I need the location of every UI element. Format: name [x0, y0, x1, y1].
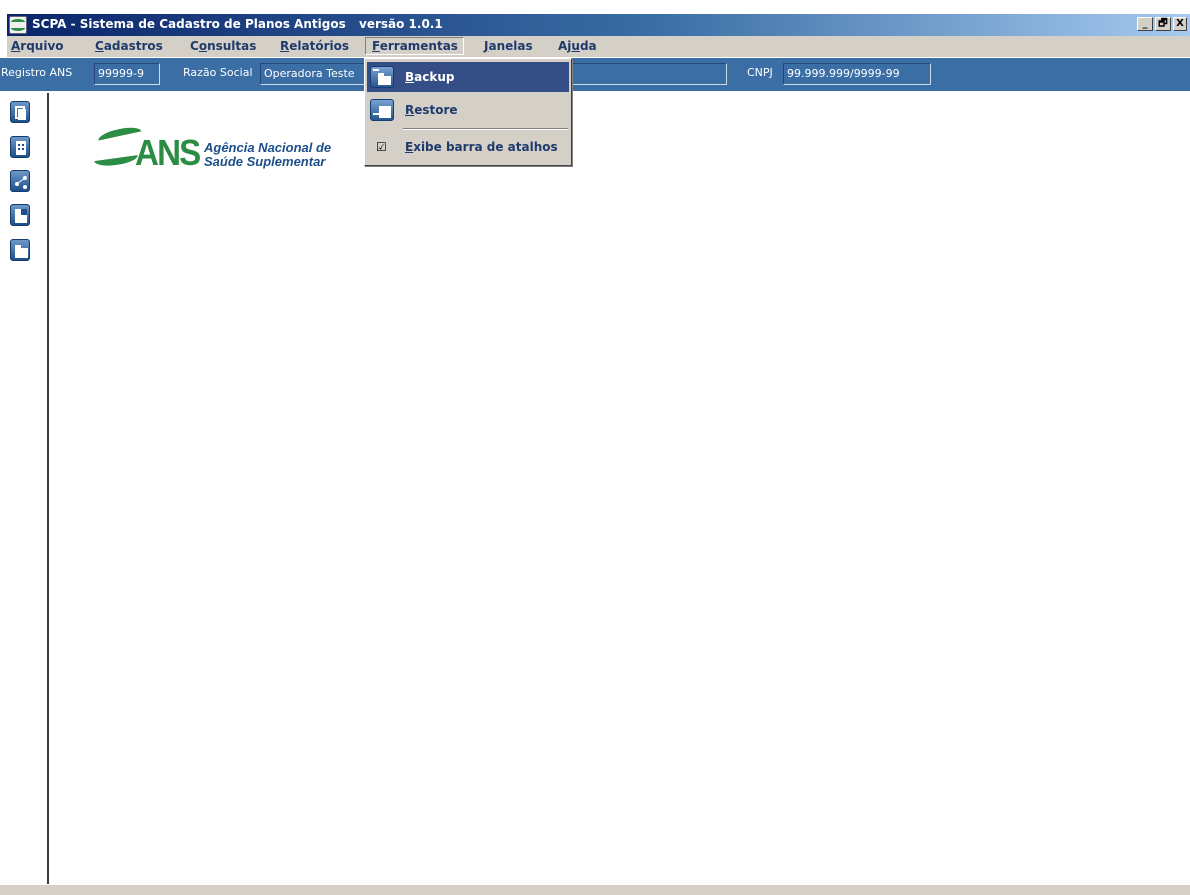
network-icon[interactable] — [10, 170, 30, 192]
registry-bar: Registro ANS 99999-9 Razão Social Operad… — [0, 58, 1190, 91]
menu-item-backup[interactable]: Backup — [367, 62, 569, 92]
title-bar[interactable]: SCPA - Sistema de Cadastro de Planos Ant… — [7, 14, 1190, 36]
restore-window-button[interactable]: 🗗 — [1155, 17, 1171, 31]
menu-ferramentas[interactable]: Ferramentas — [365, 37, 464, 55]
menu-janelas-post: anelas — [488, 39, 533, 53]
menu-consultas[interactable]: Consultas — [190, 39, 256, 53]
menu-relatorios[interactable]: Relatórios — [280, 39, 349, 53]
registro-ans-label: Registro ANS — [1, 66, 73, 79]
ferramentas-dropdown: Backup Restore ☑ Exibe barra de atalhos — [364, 58, 572, 166]
menu-arquivo-post: rquivo — [20, 39, 64, 53]
shortcut-toolbar — [0, 93, 49, 895]
razao-social-label: Razão Social — [183, 66, 253, 79]
menu-consultas-accel: o — [198, 39, 208, 53]
menu-ajuda-accel: u — [571, 39, 580, 53]
building-icon[interactable] — [10, 136, 30, 158]
menu-ajuda-pre: Aj — [558, 39, 572, 53]
menu-arquivo-accel: A — [11, 39, 21, 53]
checkmark-icon: ☑ — [376, 140, 387, 154]
menu-relatorios-accel: R — [280, 39, 290, 53]
menu-ajuda[interactable]: Ajuda — [558, 39, 597, 53]
backup-folder-icon — [370, 66, 394, 88]
menu-consultas-pre: C — [190, 39, 199, 53]
copy-icon[interactable] — [10, 101, 30, 123]
menu-arquivo[interactable]: Arquivo — [11, 39, 64, 53]
menu-item-backup-label: Backup — [405, 70, 454, 84]
backup-accel: B — [405, 70, 415, 84]
logo-swoosh-bottom — [93, 148, 139, 168]
menu-relatorios-post: elatórios — [289, 39, 349, 53]
menu-item-exibe-barra[interactable]: ☑ Exibe barra de atalhos — [367, 132, 569, 162]
app-icon[interactable] — [9, 16, 27, 34]
exibe-barra-rest: xibe barra de atalhos — [413, 140, 558, 154]
cnpj-field[interactable]: 99.999.999/9999-99 — [783, 63, 931, 85]
menu-bar: Arquivo Cadastros Consultas Relatórios F… — [7, 36, 1190, 57]
menu-ajuda-post: da — [579, 39, 597, 53]
menu-item-exibe-barra-label: Exibe barra de atalhos — [405, 140, 558, 154]
logo-brand: ANS — [135, 132, 201, 173]
cnpj-label: CNPJ — [747, 66, 773, 79]
restore-accel: R — [405, 103, 415, 117]
menu-janelas[interactable]: Janelas — [484, 39, 533, 53]
menu-ferramentas-accel: F — [372, 39, 380, 53]
folder-icon[interactable] — [10, 239, 30, 261]
close-button[interactable]: X — [1173, 17, 1187, 31]
application-window: SCPA - Sistema de Cadastro de Planos Ant… — [0, 0, 1190, 895]
logo-line-2: Saúde Suplementar — [204, 154, 326, 169]
status-bar — [0, 884, 1190, 895]
exibe-barra-accel: E — [405, 140, 414, 154]
menu-consultas-post: nsultas — [207, 39, 257, 53]
menu-cadastros-accel: C — [95, 39, 104, 53]
menu-cadastros-post: adastros — [103, 39, 163, 53]
restore-icon — [370, 99, 394, 121]
registro-ans-field[interactable]: 99999-9 — [94, 63, 160, 85]
menu-item-restore-label: Restore — [405, 103, 458, 117]
menu-separator — [403, 128, 568, 130]
menu-ferramentas-post: erramentas — [379, 39, 458, 53]
menu-item-restore[interactable]: Restore — [367, 95, 569, 125]
minimize-button[interactable]: _ — [1137, 17, 1153, 31]
form-icon[interactable] — [10, 204, 30, 226]
window-version: versão 1.0.1 — [359, 17, 443, 31]
ans-logo: ANS Agência Nacional de Saúde Suplementa… — [92, 124, 342, 177]
logo-line-1: Agência Nacional de — [204, 140, 332, 155]
restore-rest: estore — [414, 103, 458, 117]
backup-rest: ackup — [414, 70, 455, 84]
window-title: SCPA - Sistema de Cadastro de Planos Ant… — [32, 17, 346, 31]
menu-cadastros[interactable]: Cadastros — [95, 39, 163, 53]
